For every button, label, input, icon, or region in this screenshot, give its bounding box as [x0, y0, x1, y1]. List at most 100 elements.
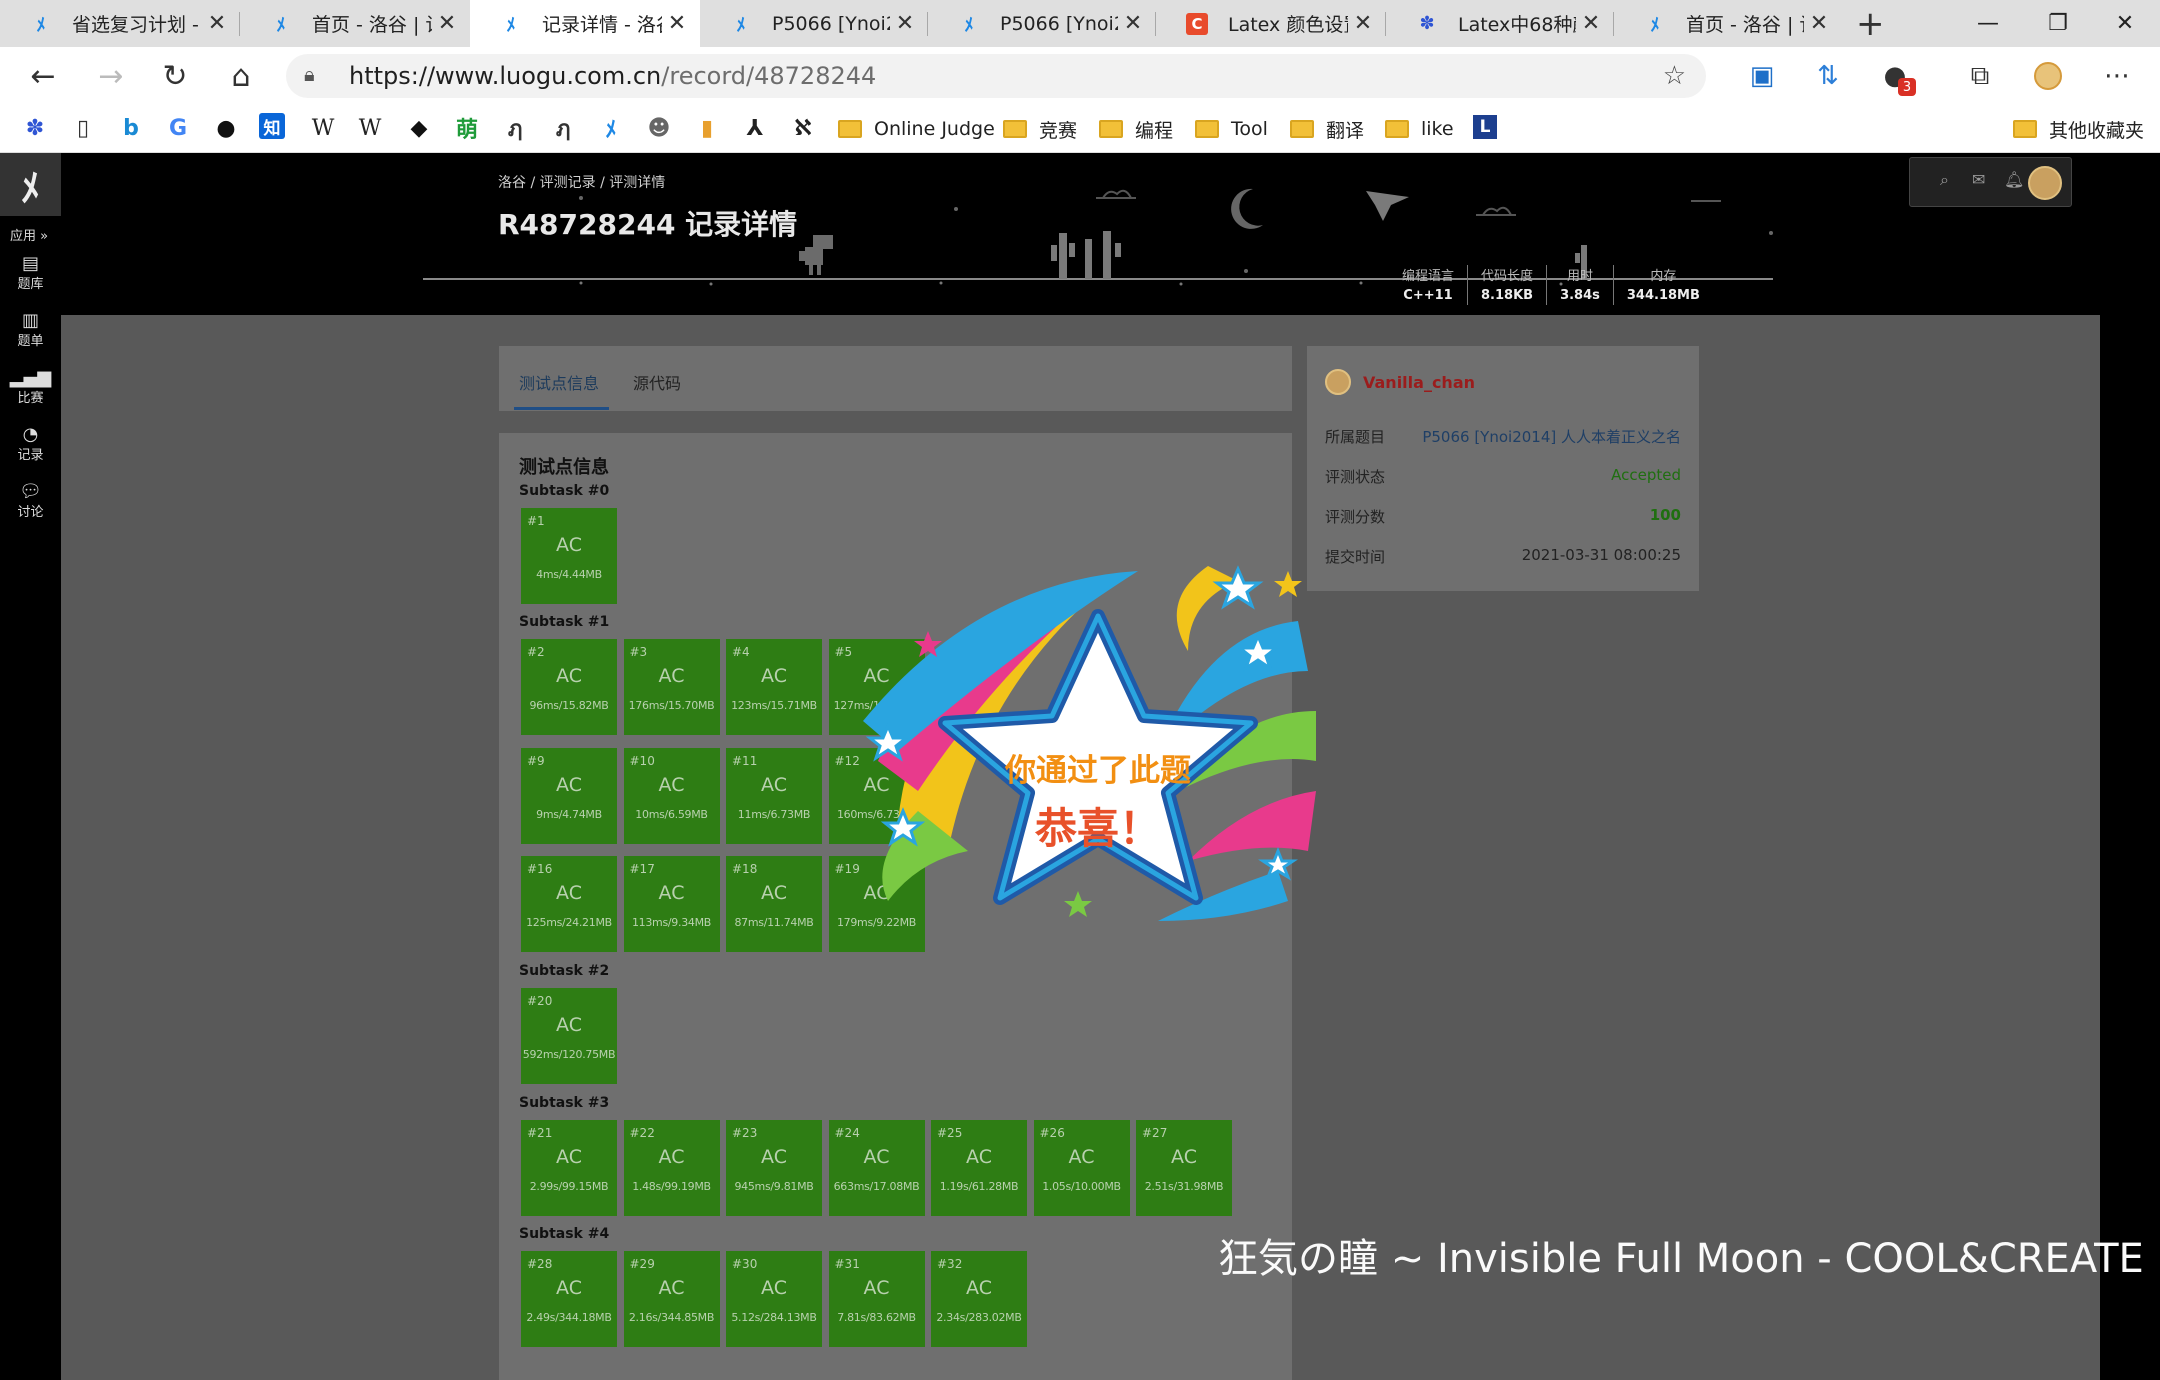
test-case-tile[interactable]: #24 AC 663ms/17.08MB [828, 1120, 925, 1216]
zhihu-icon[interactable]: 知 [259, 113, 285, 139]
sidebar-item-records[interactable]: ◔ 记录 [0, 424, 61, 463]
google-icon[interactable]: G [163, 113, 193, 143]
close-tab-icon[interactable]: ✕ [890, 11, 920, 36]
test-case-tile[interactable]: #9 AC 9ms/4.74MB [521, 748, 617, 844]
scholar-icon[interactable]: ◆ [404, 113, 434, 143]
test-case-tile[interactable]: #32 AC 2.34s/283.02MB [931, 1251, 1027, 1347]
add-favorite-icon[interactable]: ☆ [1663, 61, 1686, 91]
avatar[interactable] [2028, 166, 2062, 200]
bell-icon[interactable]: 🔔︎ [2004, 170, 2024, 189]
extension-arrow-icon[interactable]: ⇅ [1811, 59, 1845, 93]
test-case-tile[interactable]: #29 AC 2.16s/344.85MB [623, 1251, 720, 1347]
minimize-button[interactable]: — [1953, 0, 2023, 47]
breadcrumb[interactable]: 洛谷 / 评测记录 / 评测详情 [498, 172, 665, 192]
luogu-icon[interactable]: ﾒ [596, 113, 626, 143]
browser-tab-active[interactable]: ﾒ 记录详情 - 洛谷 ✕ [470, 0, 700, 47]
app-menu-toggle[interactable]: 应用 » [10, 225, 48, 244]
sidebar-item-contests[interactable]: ▂▄▆ 比赛 [0, 367, 61, 406]
test-case-tile[interactable]: #31 AC 7.81s/83.62MB [828, 1251, 925, 1347]
page-icon[interactable]: ▯ [68, 113, 98, 143]
graph-icon[interactable]: ⅄ [740, 113, 770, 143]
close-tab-icon[interactable]: ✕ [1118, 11, 1148, 36]
sidebar-item-problems[interactable]: ▤ 题库 [0, 253, 61, 292]
other-favorites-folder[interactable]: 其他收藏夹 [2013, 115, 2144, 143]
mail-icon[interactable]: ✉ [1972, 170, 1985, 189]
close-tab-icon[interactable]: ✕ [1576, 11, 1606, 36]
url-text[interactable]: https://www.luogu.com.cn/record/48728244 [349, 62, 876, 90]
sidebar-item-discuss[interactable]: 💬︎ 讨论 [0, 481, 61, 520]
test-case-tile[interactable]: #1 AC 4ms/4.44MB [521, 508, 617, 604]
browser-tab[interactable]: ﾒ 首页 - 洛谷 | 计算✕ [240, 0, 470, 47]
close-tab-icon[interactable]: ✕ [432, 11, 462, 36]
luogu-logo[interactable]: ﾒ [0, 153, 61, 216]
test-case-tile[interactable]: #21 AC 2.99s/99.15MB [521, 1120, 617, 1216]
tab-source-code[interactable]: 源代码 [633, 370, 681, 394]
test-case-tile[interactable]: #3 AC 176ms/15.70MB [623, 639, 720, 735]
close-tab-icon[interactable]: ✕ [662, 11, 692, 36]
chart-icon[interactable]: ▮ [692, 113, 722, 143]
extension-s-icon[interactable]: ▣ [1745, 59, 1779, 93]
baidu-icon[interactable]: ✽ [20, 113, 50, 143]
close-window-button[interactable]: ✕ [2090, 0, 2160, 47]
test-case-tile[interactable]: #11 AC 11ms/6.73MB [726, 748, 822, 844]
address-bar[interactable]: 🔒︎ https://www.luogu.com.cn/record/48728… [286, 54, 1706, 98]
close-tab-icon[interactable]: ✕ [202, 11, 232, 36]
browser-tab[interactable]: ﾒ 首页 - 洛谷 | 计算✕ [1614, 0, 1842, 47]
bookmark-folder[interactable]: 编程 [1099, 115, 1173, 143]
forward-button[interactable]: → [90, 55, 132, 97]
collections-icon[interactable]: ⧉ [1963, 59, 1997, 93]
restore-button[interactable]: ❐ [2023, 0, 2093, 47]
bookmark-folder[interactable]: Tool [1195, 115, 1268, 143]
browser-tab[interactable]: ﾒ 省选复习计划 - Ji ✕ [0, 0, 240, 47]
test-case-status: AC [761, 882, 787, 904]
wiki-icon[interactable]: W [355, 113, 385, 143]
home-button[interactable]: ⌂ [220, 55, 262, 97]
test-case-tile[interactable]: #16 AC 125ms/24.21MB [521, 856, 617, 952]
robot-icon[interactable]: ☻ [644, 113, 674, 143]
browser-tab[interactable]: ﾒ P5066 [Ynoi2014✕ [928, 0, 1156, 47]
more-menu-icon[interactable]: ⋯ [2100, 59, 2134, 93]
test-case-tile[interactable]: #25 AC 1.19s/61.28MB [931, 1120, 1027, 1216]
oi-icon[interactable]: ฦ [548, 113, 578, 143]
test-case-tile[interactable]: #26 AC 1.05s/10.00MB [1033, 1120, 1130, 1216]
celebration-popup[interactable]: 你通过了此题 恭喜！ [858, 561, 1316, 956]
test-case-tile[interactable]: #22 AC 1.48s/99.19MB [623, 1120, 720, 1216]
close-tab-icon[interactable]: ✕ [1804, 11, 1834, 36]
test-case-tile[interactable]: #27 AC 2.51s/31.98MB [1136, 1120, 1232, 1216]
test-case-tile[interactable]: #20 AC 592ms/120.75MB [521, 988, 617, 1084]
browser-tab[interactable]: ✽ Latex中68种颜色✕ [1386, 0, 1614, 47]
test-case-tile[interactable]: #2 AC 96ms/15.82MB [521, 639, 617, 735]
bookmark-folder[interactable]: 翻译 [1290, 115, 1364, 143]
problem-link[interactable]: P5066 [Ynoi2014] 人人本着正义之名 [1422, 426, 1681, 447]
oi-icon[interactable]: ฦ [500, 113, 530, 143]
test-case-tile[interactable]: #18 AC 87ms/11.74MB [726, 856, 822, 952]
moe-icon[interactable]: 萌 [452, 113, 482, 143]
test-case-tile[interactable]: #23 AC 945ms/9.81MB [726, 1120, 822, 1216]
close-tab-icon[interactable]: ✕ [1348, 11, 1378, 36]
back-button[interactable]: ← [22, 55, 64, 97]
luogu-icon: ﾒ [736, 14, 746, 36]
bing-icon[interactable]: b [116, 113, 146, 143]
wikipedia-icon[interactable]: W [308, 113, 338, 143]
browser-tab[interactable]: C Latex 颜色设置...✕ [1156, 0, 1386, 47]
browser-tab[interactable]: ﾒ P5066 [Ynoi2014✕ [700, 0, 928, 47]
test-case-tile[interactable]: #30 AC 5.12s/284.13MB [726, 1251, 822, 1347]
reload-button[interactable]: ↻ [154, 55, 196, 97]
tab-test-info[interactable]: 测试点信息 [519, 370, 599, 394]
test-case-tile[interactable]: #10 AC 10ms/6.59MB [623, 748, 720, 844]
test-case-tile[interactable]: #28 AC 2.49s/344.18MB [521, 1251, 617, 1347]
submitter[interactable]: Vanilla_chan [1325, 369, 1475, 395]
profile-avatar-icon[interactable] [2031, 59, 2065, 93]
tree-icon[interactable]: ℵ [788, 113, 818, 143]
username[interactable]: Vanilla_chan [1363, 373, 1475, 392]
bookmark-folder[interactable]: Online Judge [838, 115, 995, 143]
test-case-tile[interactable]: #17 AC 113ms/9.34MB [623, 856, 720, 952]
l-bookmark-icon[interactable]: L [1473, 115, 1497, 139]
search-icon[interactable]: ⌕ [1940, 170, 1949, 190]
bookmark-folder[interactable]: 竞赛 [1003, 115, 1077, 143]
bookmark-folder[interactable]: like [1385, 115, 1454, 143]
sidebar-item-problem-lists[interactable]: ▥ 题单 [0, 310, 61, 349]
test-case-tile[interactable]: #4 AC 123ms/15.71MB [726, 639, 822, 735]
new-tab-button[interactable]: + [1856, 4, 1885, 44]
github-icon[interactable]: ● [211, 113, 241, 143]
